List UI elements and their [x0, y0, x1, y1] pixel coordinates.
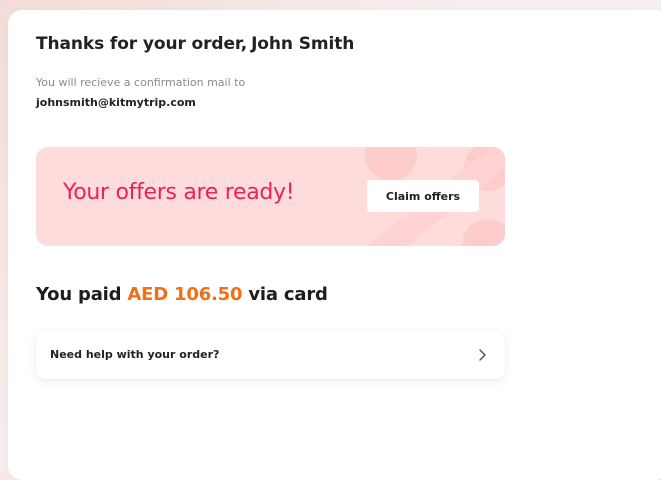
page-title: Thanks for your order, John Smith: [36, 34, 354, 54]
payment-summary: You paid AED 106.50 via card: [36, 284, 328, 305]
offers-title: Your offers are ready!: [63, 180, 295, 205]
claim-offers-button[interactable]: Claim offers: [367, 180, 479, 212]
confirmation-text: You will recieve a confirmation mail to: [36, 76, 246, 89]
offers-banner: Your offers are ready! Claim offers: [36, 147, 505, 246]
chevron-right-icon: [479, 349, 486, 361]
confirmation-email: johnsmith@kitmytrip.com: [36, 96, 196, 109]
payment-prefix: You paid: [36, 284, 122, 305]
customer-name: John Smith: [251, 34, 355, 54]
title-prefix: Thanks for your order,: [36, 34, 248, 54]
payment-amount: AED 106.50: [127, 284, 243, 305]
order-help-label: Need help with your order?: [50, 348, 220, 361]
order-help-row[interactable]: Need help with your order?: [36, 331, 505, 379]
order-confirmation-card: Thanks for your order, John Smith You wil…: [8, 10, 661, 480]
payment-suffix: via card: [248, 284, 328, 305]
